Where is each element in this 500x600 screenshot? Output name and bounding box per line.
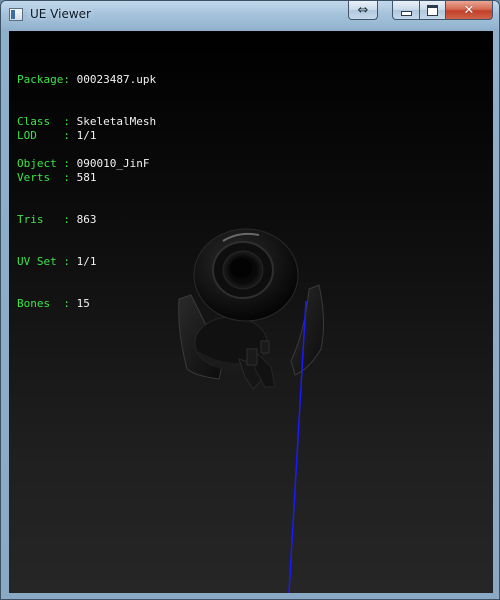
info-label: LOD : bbox=[17, 129, 77, 142]
app-icon[interactable] bbox=[9, 8, 23, 21]
info-row-verts: Verts : 581 bbox=[17, 171, 96, 185]
info-label: Tris : bbox=[17, 213, 77, 226]
close-icon: ✕ bbox=[463, 2, 475, 18]
window-title: UE Viewer bbox=[30, 7, 91, 21]
info-value: 00023487.upk bbox=[76, 73, 157, 86]
info-label: UV Set : bbox=[17, 255, 77, 268]
double-arrow-icon: ⇔ bbox=[357, 2, 369, 18]
mesh-info-group-2: LOD : 1/1 Verts : 581 Tris : 863 UV Set … bbox=[17, 101, 96, 339]
info-row-lod: LOD : 1/1 bbox=[17, 129, 96, 143]
info-row-uv-set: UV Set : 1/1 bbox=[17, 255, 96, 269]
info-label: Verts : bbox=[17, 171, 77, 184]
title-bar[interactable]: UE Viewer ⇔ ✕ bbox=[1, 1, 499, 29]
info-value: 863 bbox=[76, 213, 97, 226]
info-label: Bones : bbox=[17, 297, 77, 310]
info-value: 15 bbox=[76, 297, 90, 310]
info-value: 1/1 bbox=[76, 255, 97, 268]
info-value: 581 bbox=[76, 171, 97, 184]
maximize-button[interactable] bbox=[419, 1, 446, 20]
3d-viewport[interactable]: Package: 00023487.upk Class : SkeletalMe… bbox=[9, 31, 493, 593]
info-row-tris: Tris : 863 bbox=[17, 213, 96, 227]
minimize-button[interactable] bbox=[392, 1, 420, 20]
info-label: Package: bbox=[17, 73, 77, 86]
window-extra-button[interactable]: ⇔ bbox=[348, 1, 378, 20]
info-row-package: Package: 00023487.upk bbox=[17, 73, 156, 87]
close-button[interactable]: ✕ bbox=[445, 1, 493, 20]
app-window: UE Viewer ⇔ ✕ Package: 00023487.upk Clas… bbox=[0, 0, 500, 600]
maximize-icon bbox=[427, 4, 438, 16]
info-row-bones: Bones : 15 bbox=[17, 297, 96, 311]
minimize-icon bbox=[400, 11, 412, 16]
info-value: 1/1 bbox=[76, 129, 97, 142]
